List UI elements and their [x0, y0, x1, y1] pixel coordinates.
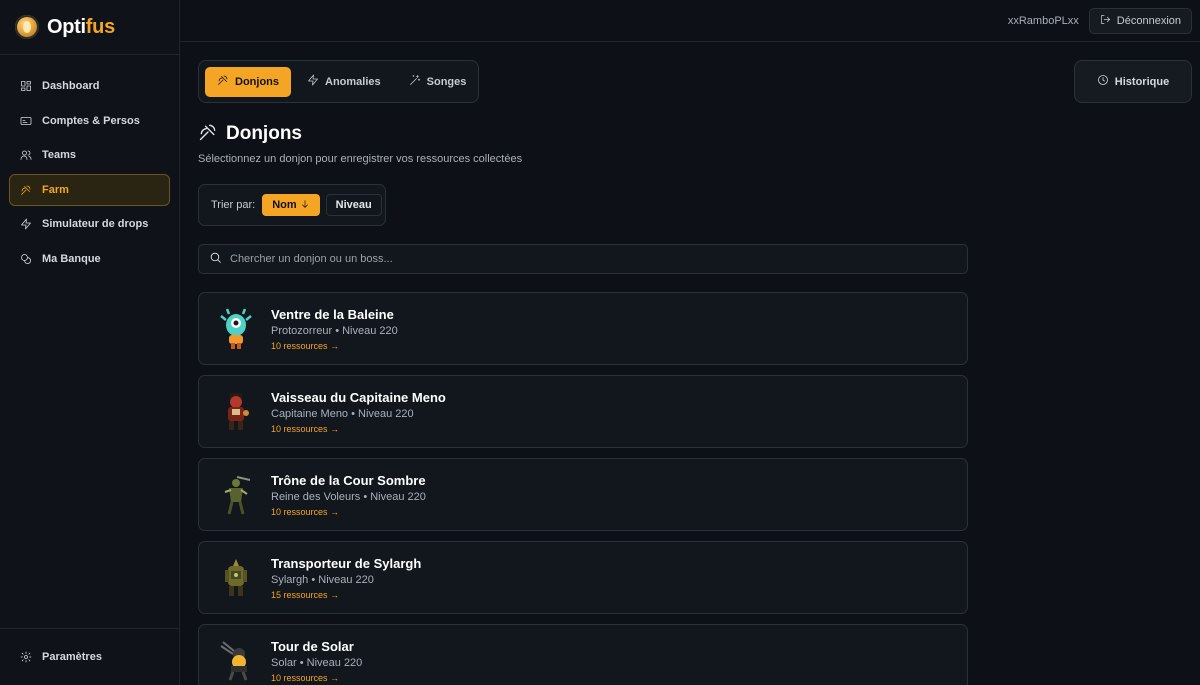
dungeon-card[interactable]: Tour de Solar Solar • Niveau 220 10 ress… — [198, 624, 968, 685]
section-header: Donjons — [198, 122, 302, 145]
sidebar-item-simulateur[interactable]: Simulateur de drops — [9, 208, 170, 240]
page-subtitle: Sélectionnez un donjon pour enregistrer … — [198, 153, 523, 165]
brand-logo-icon — [15, 15, 39, 39]
sidebar-item-label: Ma Banque — [42, 252, 101, 265]
dungeon-name: Tour de Solar — [271, 638, 354, 654]
dungeon-resources-link[interactable]: 10 ressources → — [271, 424, 446, 434]
sidebar: Optifus Dashboard Comptes & Persos Teams… — [0, 0, 180, 685]
sidebar-nav: Dashboard Comptes & Persos Teams Farm Si… — [0, 55, 179, 275]
sidebar-footer: Paramètres — [0, 628, 179, 685]
dungeon-resources-link[interactable]: 10 ressources → — [271, 507, 426, 517]
dungeon-resources-link[interactable]: 10 ressources → — [271, 341, 398, 351]
logout-label: Déconnexion — [1116, 14, 1181, 27]
lightning-icon — [307, 74, 319, 89]
history-button[interactable]: Historique — [1074, 60, 1192, 103]
tab-songes[interactable]: Songes — [397, 67, 479, 97]
boss-avatar — [217, 307, 255, 351]
dungeon-list: Ventre de la Baleine Protozorreur • Nive… — [198, 292, 968, 685]
search-bar — [198, 244, 968, 274]
sidebar-item-label: Teams — [42, 149, 77, 162]
tab-label: Anomalies — [325, 75, 381, 88]
id-card-icon — [20, 115, 32, 127]
dungeon-name: Vaisseau du Capitaine Meno — [271, 389, 446, 405]
logout-button[interactable]: Déconnexion — [1088, 7, 1192, 34]
pickaxe-icon — [217, 74, 229, 89]
sort-name-label: Nom — [272, 199, 297, 211]
dungeon-name: Ventre de la Baleine — [271, 306, 394, 322]
tab-anomalies[interactable]: Anomalies — [295, 67, 393, 97]
sort-label: Trier par: — [211, 199, 256, 211]
gear-icon — [20, 651, 32, 663]
sidebar-item-label: Simulateur de drops — [42, 218, 149, 231]
boss-avatar — [217, 556, 255, 600]
brand-name: Optifus — [47, 15, 115, 38]
coins-icon — [20, 253, 32, 265]
sidebar-item-farm[interactable]: Farm — [9, 173, 170, 206]
sidebar-item-parametres[interactable]: Paramètres — [9, 641, 170, 673]
sidebar-item-label: Dashboard — [42, 80, 100, 92]
lightning-icon — [20, 218, 32, 230]
tab-donjons[interactable]: Donjons — [205, 66, 291, 97]
dungeon-card[interactable]: Transporteur de Sylargh Sylargh • Niveau… — [198, 541, 968, 614]
dungeon-meta: Protozorreur • Niveau 220 — [271, 324, 398, 337]
page-title: Donjons — [226, 122, 302, 144]
users-icon — [20, 149, 32, 161]
sort-by-name-button[interactable]: Nom — [262, 194, 320, 216]
boss-avatar — [217, 639, 255, 683]
dungeon-resources-link[interactable]: 15 ressources → — [271, 590, 421, 600]
username: xxRamboPLxx — [1007, 14, 1079, 27]
brand[interactable]: Optifus — [0, 0, 179, 55]
sidebar-item-comptes-persos[interactable]: Comptes & Persos — [9, 105, 170, 137]
dungeon-meta: Solar • Niveau 220 — [271, 656, 363, 669]
search-input[interactable] — [230, 253, 930, 265]
arrow-down-icon — [300, 199, 310, 212]
sidebar-item-label: Paramètres — [42, 651, 102, 663]
sort-level-label: Niveau — [335, 199, 372, 211]
search-icon — [209, 251, 222, 267]
sort-by-level-button[interactable]: Niveau — [325, 194, 382, 216]
dungeon-resources-link[interactable]: 10 ressources → — [271, 673, 362, 683]
clock-icon — [1097, 74, 1109, 89]
sort-controls: Trier par: Nom Niveau — [198, 184, 386, 226]
logout-icon — [1100, 14, 1111, 28]
sidebar-item-label: Farm — [42, 183, 69, 196]
dungeon-name: Trône de la Cour Sombre — [271, 472, 426, 488]
dungeon-meta: Sylargh • Niveau 220 — [271, 573, 374, 586]
dashboard-icon — [20, 80, 32, 92]
dungeon-card[interactable]: Ventre de la Baleine Protozorreur • Nive… — [198, 292, 968, 365]
boss-avatar — [217, 473, 255, 517]
tab-label: Donjons — [235, 75, 279, 88]
dungeon-name: Transporteur de Sylargh — [271, 555, 422, 571]
dungeon-card[interactable]: Vaisseau du Capitaine Meno Capitaine Men… — [198, 375, 968, 448]
sidebar-item-ma-banque[interactable]: Ma Banque — [9, 243, 170, 275]
sidebar-item-dashboard[interactable]: Dashboard — [9, 70, 170, 102]
dungeon-meta: Capitaine Meno • Niveau 220 — [271, 407, 414, 420]
main-content: Donjons Anomalies Songes Historique Donj… — [180, 43, 1200, 685]
dungeon-card[interactable]: Trône de la Cour Sombre Reine des Voleur… — [198, 458, 968, 531]
pickaxe-icon — [198, 122, 218, 145]
tab-bar: Donjons Anomalies Songes — [198, 60, 479, 103]
sidebar-item-label: Comptes & Persos — [42, 114, 140, 127]
dungeon-meta: Reine des Voleurs • Niveau 220 — [271, 490, 426, 503]
topbar: xxRamboPLxx Déconnexion — [180, 0, 1200, 42]
wand-icon — [409, 74, 421, 89]
sidebar-item-teams[interactable]: Teams — [9, 139, 170, 171]
boss-avatar — [217, 390, 255, 434]
tab-label: Songes — [426, 75, 467, 88]
pickaxe-icon — [20, 184, 32, 196]
history-label: Historique — [1114, 75, 1170, 88]
